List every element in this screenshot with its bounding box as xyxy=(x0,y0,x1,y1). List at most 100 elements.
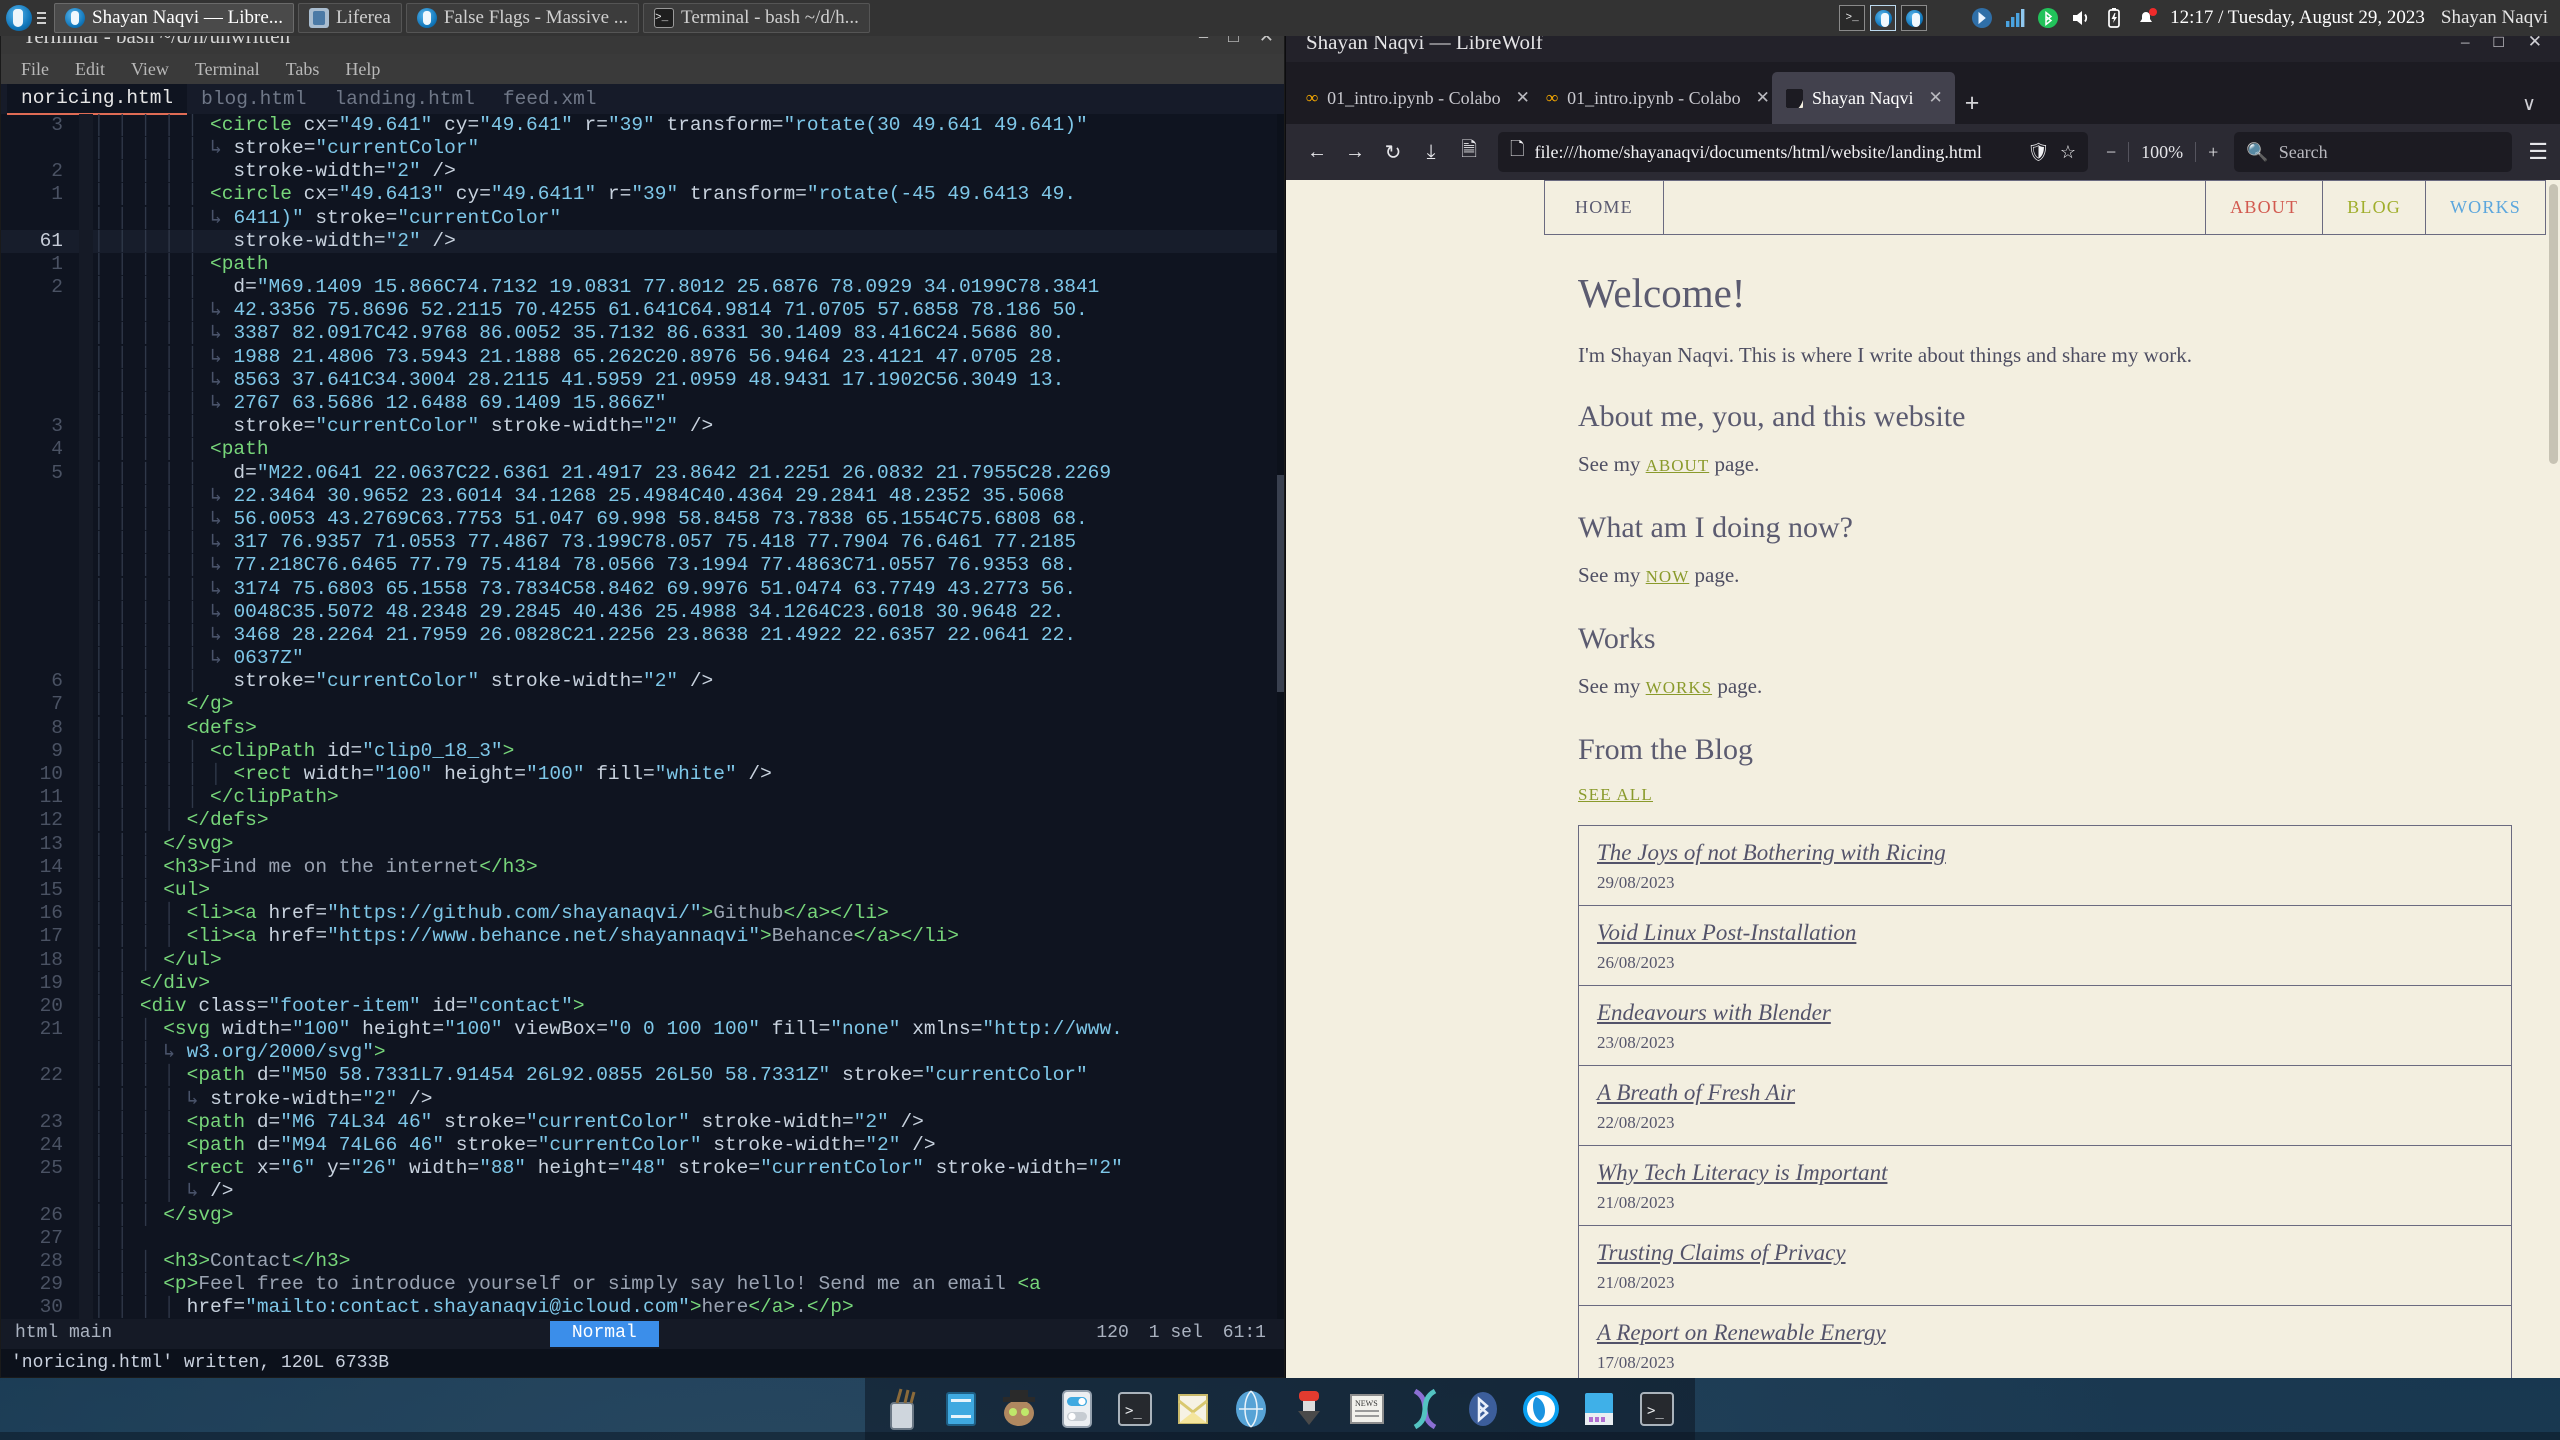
browser-tab-2[interactable]: Shayan Naqvi ✕ xyxy=(1772,72,1955,124)
battery-icon[interactable] xyxy=(2103,7,2125,29)
download-manager-icon[interactable] xyxy=(1287,1387,1331,1431)
librewolf-icon[interactable] xyxy=(1519,1387,1563,1431)
blog-post-link[interactable]: Trusting Claims of Privacy xyxy=(1597,1240,2493,1266)
distro-logo-icon[interactable] xyxy=(6,5,32,31)
reload-icon[interactable]: ↻ xyxy=(1374,133,1412,171)
panel-username[interactable]: Shayan Naqvi xyxy=(2441,7,2548,29)
editor-code-region[interactable]: 3 │ │ │ │ │ <circle cx="49.641" cy="49.64… xyxy=(1,113,1284,1319)
zoom-out-button[interactable]: − xyxy=(2106,142,2116,163)
taskbar-window-2[interactable]: False Flags - Massive ... xyxy=(405,3,640,33)
editor-gutter xyxy=(79,1064,93,1088)
svg-text:NEWS: NEWS xyxy=(1355,1399,1378,1408)
taskbar-window-label: Liferea xyxy=(336,7,391,28)
globe-browser-icon[interactable] xyxy=(1229,1387,1273,1431)
editor-line: │ │ │ │ │ ↳ 3387 82.0917C42.9768 86.0052… xyxy=(1,322,1284,346)
download-icon[interactable]: ⤓ xyxy=(1412,133,1450,171)
new-tab-button[interactable]: + xyxy=(1955,89,1994,124)
link-about[interactable]: ABOUT xyxy=(1646,456,1710,475)
menu-edit[interactable]: Edit xyxy=(75,59,105,80)
tray-terminal-icon[interactable]: >_ xyxy=(1839,5,1866,31)
nav-item-home[interactable]: HOME xyxy=(1544,180,1664,234)
editor-gutter xyxy=(79,786,93,810)
back-arrow-icon[interactable]: ← xyxy=(1298,133,1336,171)
tray-librewolf-icon-2[interactable] xyxy=(1901,5,1928,31)
editor-buffer-tab-0[interactable]: noricing.html xyxy=(7,83,188,115)
editor-buffer-tab-3[interactable]: feed.xml xyxy=(489,84,611,114)
reader-mode-icon[interactable]: 🗎 xyxy=(1450,133,1488,171)
file-cabinet-icon[interactable] xyxy=(939,1387,983,1431)
mail-envelope-icon[interactable] xyxy=(1171,1387,1215,1431)
blog-post-link[interactable]: The Joys of not Bothering with Ricing xyxy=(1597,840,2493,866)
news-reader-icon[interactable]: NEWS xyxy=(1345,1387,1389,1431)
blog-post-link[interactable]: A Breath of Fresh Air xyxy=(1597,1080,2493,1106)
browser-tab-1[interactable]: ∞ 01_intro.ipynb - Colabo ✕ xyxy=(1532,72,1772,124)
pen-cup-icon[interactable] xyxy=(881,1387,925,1431)
editor-line-text: │ │ │ │ │ ↳ 77.218C76.6465 77.79 75.4184… xyxy=(93,554,1077,577)
zoom-level[interactable]: 100% xyxy=(2141,142,2183,163)
editor-line: 20 │ │ <div class="footer-item" id="conta… xyxy=(1,994,1284,1019)
blog-post-link[interactable]: A Report on Renewable Energy xyxy=(1597,1320,2493,1346)
editor-line-text: │ │ │ │ │ </clipPath> xyxy=(93,786,339,809)
menu-view[interactable]: View xyxy=(131,59,169,80)
close-icon[interactable]: ✕ xyxy=(1516,88,1530,108)
blog-post-link[interactable]: Endeavours with Blender xyxy=(1597,1000,2493,1026)
editor-buffer-tab-2[interactable]: landing.html xyxy=(320,84,488,114)
close-icon[interactable]: ✕ xyxy=(1756,88,1770,108)
terminal-icon[interactable]: >_ xyxy=(1113,1387,1157,1431)
menu-file[interactable]: File xyxy=(21,59,49,80)
nav-item-works[interactable]: WORKS xyxy=(2425,180,2546,234)
browser-tab-0[interactable]: ∞ 01_intro.ipynb - Colabo ✕ xyxy=(1292,72,1532,124)
editor-scrollbar[interactable] xyxy=(1277,113,1284,1319)
volume-icon[interactable] xyxy=(2070,7,2092,29)
editor-line-number: 24 xyxy=(39,1134,63,1157)
star-icon[interactable]: ☆ xyxy=(2060,142,2076,163)
blog-post-link[interactable]: Void Linux Post-Installation xyxy=(1597,920,2493,946)
address-bar[interactable]: 🗋 file:///home/shayanaqvi/documents/html… xyxy=(1498,132,2088,172)
search-input[interactable]: 🔍 Search xyxy=(2234,132,2513,172)
blog-post-link[interactable]: Why Tech Literacy is Important xyxy=(1597,1160,2493,1186)
forward-arrow-icon[interactable]: → xyxy=(1336,133,1374,171)
link-works[interactable]: WORKS xyxy=(1646,678,1712,697)
bluetooth-icon[interactable] xyxy=(1971,7,1993,29)
zoom-in-button[interactable]: + xyxy=(2208,142,2218,163)
helix-dna-icon[interactable] xyxy=(1403,1387,1447,1431)
detective-cat-icon[interactable] xyxy=(997,1387,1041,1431)
bluetooth-icon[interactable] xyxy=(1461,1387,1505,1431)
files-manager-icon[interactable] xyxy=(1577,1387,1621,1431)
close-icon[interactable]: ✕ xyxy=(1928,88,1942,108)
panel-menu-icon[interactable] xyxy=(34,5,48,31)
taskbar-window-3[interactable]: Terminal - bash ~/d/h... xyxy=(643,3,870,33)
editor-scrollbar-thumb[interactable] xyxy=(1277,475,1284,693)
taskbar-window-0[interactable]: Shayan Naqvi — Libre... xyxy=(54,3,295,33)
page-scrollbar-thumb[interactable] xyxy=(2549,184,2558,464)
terminal-icon[interactable]: >_ xyxy=(1635,1387,1679,1431)
editor-line-number: 16 xyxy=(39,902,63,925)
settings-toggles-icon[interactable] xyxy=(1055,1387,1099,1431)
nav-item-about[interactable]: ABOUT xyxy=(2206,180,2324,234)
editor-command-message: 'noricing.html' written, 120L 6733B xyxy=(1,1348,1284,1377)
nav-item-blog[interactable]: BLOG xyxy=(2323,180,2426,234)
editor-buffer-tab-1[interactable]: blog.html xyxy=(187,84,320,114)
tracking-protection-icon[interactable]: 🛡 xyxy=(2027,142,2050,163)
tray-librewolf-icon[interactable] xyxy=(1870,5,1897,31)
menu-tabs[interactable]: Tabs xyxy=(286,59,320,80)
hamburger-menu-icon[interactable]: ☰ xyxy=(2512,139,2548,165)
panel-clock[interactable]: 12:17 / Tuesday, August 29, 2023 xyxy=(2170,7,2425,29)
menu-help[interactable]: Help xyxy=(345,59,380,80)
notification-bell-icon[interactable] xyxy=(2136,7,2158,29)
editor-line: │ │ │ │ │ ↳ 77.218C76.6465 77.79 75.4184… xyxy=(1,554,1284,578)
editor-gutter xyxy=(79,1134,93,1158)
editor-line-text: │ │ │ │ │ ↳ 1988 21.4806 73.5943 21.1888… xyxy=(93,345,1065,368)
page-scrollbar[interactable] xyxy=(2546,180,2560,1378)
chevron-down-icon[interactable]: ∨ xyxy=(2522,93,2554,124)
menu-terminal[interactable]: Terminal xyxy=(195,59,260,80)
editor-line: 1 │ │ │ │ │ <circle cx="49.6413" cy="49.6… xyxy=(1,183,1284,207)
editor-line: │ │ │ ↳ w3.org/2000/svg"> xyxy=(1,1041,1284,1065)
page-title: Welcome! xyxy=(1578,270,1746,316)
taskbar-window-1[interactable]: Liferea xyxy=(298,3,402,33)
bluetooth-status-icon[interactable] xyxy=(2037,7,2059,29)
link-now[interactable]: NOW xyxy=(1646,567,1690,586)
network-signal-icon[interactable] xyxy=(2004,7,2026,29)
link-see-all[interactable]: SEE ALL xyxy=(1578,785,1653,805)
blog-list-item: Endeavours with Blender 23/08/2023 xyxy=(1579,986,2511,1066)
